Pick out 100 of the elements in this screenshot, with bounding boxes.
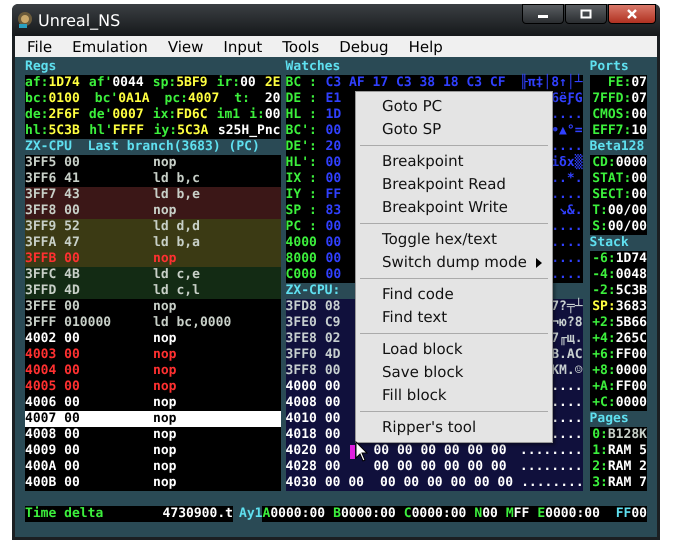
- watch-bytes: 00: [326, 267, 342, 283]
- dump-address: 4010: [286, 411, 317, 427]
- side-entry: SP:3683: [591, 299, 647, 315]
- panel-header: Beta128: [590, 139, 644, 155]
- disassembly-line[interactable]: 4003 00 nop: [25, 347, 281, 363]
- side-entry: STAT:00: [591, 171, 647, 187]
- window-title: Unreal_NS: [38, 10, 122, 30]
- watch-label: BC':: [286, 123, 318, 139]
- menu-item[interactable]: File: [17, 38, 62, 56]
- dump-bytes: C9: [324, 315, 341, 331]
- disassembly-line[interactable]: 4009 00 nop: [25, 443, 281, 459]
- maximize-icon: [580, 9, 592, 19]
- watch-label: HL':: [286, 155, 318, 171]
- menu-item[interactable]: Tools: [272, 38, 330, 56]
- context-menu-item[interactable]: Breakpoint: [356, 150, 552, 173]
- menu-item[interactable]: Input: [213, 38, 272, 56]
- dump-bytes: 00: [324, 363, 341, 379]
- context-menu-item[interactable]: Find text: [356, 306, 552, 329]
- watch-bytes: 00: [326, 235, 342, 251]
- dump-address: 4008: [286, 395, 317, 411]
- register: sp:5BF9: [152, 75, 208, 91]
- sound-register: N00: [474, 506, 498, 522]
- side-entry: -2:5C3B: [591, 283, 647, 299]
- dump-address: 4020: [286, 443, 317, 459]
- register: af'0044: [88, 75, 144, 91]
- status-label: Time delta: [25, 506, 104, 522]
- dump-text: ........: [518, 459, 583, 475]
- minimize-button[interactable]: [522, 4, 564, 24]
- dump-text: 7?╤┴: [550, 299, 583, 315]
- disassembly-line[interactable]: 400B 00 nop: [25, 475, 281, 491]
- disassembly-line[interactable]: 4005 00 nop: [25, 379, 281, 395]
- dump-text: ¬ю?8: [550, 315, 583, 331]
- side-entry: 3:RAM 7: [591, 475, 647, 491]
- side-entry: +A:FF00: [591, 379, 647, 395]
- disassembly-line[interactable]: 4006 00 nop: [25, 395, 281, 411]
- context-menu-item[interactable]: Goto SP: [356, 118, 552, 141]
- context-menu-item[interactable]: Goto PC: [356, 95, 552, 118]
- register: 2E: [264, 75, 280, 91]
- mouse-pointer-icon: [355, 441, 369, 463]
- dump-address: 4028: [286, 459, 317, 475]
- disassembly-line[interactable]: 400A 00 nop: [25, 459, 281, 475]
- context-menu-item[interactable]: Breakpoint Read: [356, 173, 552, 196]
- watch-text: •▲°=: [551, 123, 583, 139]
- app-icon: [16, 11, 34, 29]
- context-menu-item[interactable]: Find code: [356, 283, 552, 306]
- side-entry: S:00/00: [591, 219, 647, 235]
- close-button[interactable]: [608, 4, 656, 24]
- context-menu-item[interactable]: Breakpoint Write: [356, 196, 552, 219]
- dump-text: ....: [550, 395, 583, 411]
- menu-item[interactable]: Help: [398, 38, 453, 56]
- register: ir:00: [216, 75, 256, 91]
- dump-text: ....: [550, 379, 583, 395]
- side-entry: CD:0000: [591, 155, 647, 171]
- dump-address: 3FF0: [286, 347, 317, 363]
- disassembly-line[interactable]: 3FF6 41 ld b,c: [25, 171, 281, 187]
- sound-register: E0000:00: [537, 506, 600, 522]
- watch-text: ╟π‡│8↑│┴: [520, 75, 583, 91]
- panel-header: Stack: [590, 235, 629, 251]
- side-entry: 7FFD:07: [591, 91, 647, 107]
- menu-item[interactable]: View: [158, 38, 214, 56]
- watch-bytes: 00: [326, 123, 342, 139]
- menu-item[interactable]: Emulation: [62, 38, 158, 56]
- watch-text: iδx▒: [551, 155, 583, 171]
- disassembly-line[interactable]: 4008 00 nop: [25, 427, 281, 443]
- dump-bytes: 02: [324, 331, 341, 347]
- dump-bytes: 00: [324, 395, 341, 411]
- dump-address: 4018: [286, 427, 317, 443]
- panel-header: ZX-CPU Last branch(3683) (PC): [25, 139, 260, 155]
- disassembly-line[interactable]: 4004 00 nop: [25, 363, 281, 379]
- watch-label: IX :: [286, 171, 318, 187]
- context-menu-item[interactable]: Load block: [356, 338, 552, 361]
- watch-bytes: 1D: [326, 107, 342, 123]
- register: bc:0100: [25, 91, 80, 107]
- context-menu-item[interactable]: Ripper's tool: [356, 416, 552, 439]
- watch-text: ....: [551, 219, 583, 235]
- disassembly-line[interactable]: 4002 00 nop: [25, 331, 281, 347]
- watch-text: ....: [551, 267, 583, 283]
- sound-register: C0000:00: [404, 506, 466, 522]
- watch-bytes: 00: [326, 171, 342, 187]
- disassembly-line[interactable]: 3FFE 00 nop: [25, 299, 281, 315]
- register: im1: [216, 107, 240, 123]
- dump-bytes: 4D: [324, 347, 341, 363]
- side-entry: +4:265C: [591, 331, 647, 347]
- watch-bytes: C3 AF 17 C3 38 18 C3 CF: [326, 75, 506, 91]
- disassembly-line[interactable]: 3FFF 010000 ld bc,0000: [25, 315, 281, 331]
- disassembly-line[interactable]: 3FF5 00 nop: [25, 155, 281, 171]
- watch-text: ....: [551, 187, 583, 203]
- watch-text: 6ëƑG: [551, 91, 583, 107]
- context-menu-item[interactable]: Save block: [356, 361, 552, 384]
- dump-bytes: 00: [324, 411, 341, 427]
- menu-item[interactable]: Debug: [329, 38, 399, 56]
- maximize-button[interactable]: [565, 4, 607, 24]
- watch-bytes: 00: [326, 219, 342, 235]
- panel-header: ZX-CPU:: [286, 283, 340, 299]
- status-value: 4730900.t: [162, 506, 233, 522]
- dump-address: 3FD8: [286, 299, 317, 315]
- context-menu-item[interactable]: Fill block: [356, 384, 552, 407]
- watch-bytes: 83: [326, 203, 342, 219]
- context-menu-item[interactable]: Switch dump mode: [356, 251, 552, 274]
- context-menu-item[interactable]: Toggle hex/text: [356, 228, 552, 251]
